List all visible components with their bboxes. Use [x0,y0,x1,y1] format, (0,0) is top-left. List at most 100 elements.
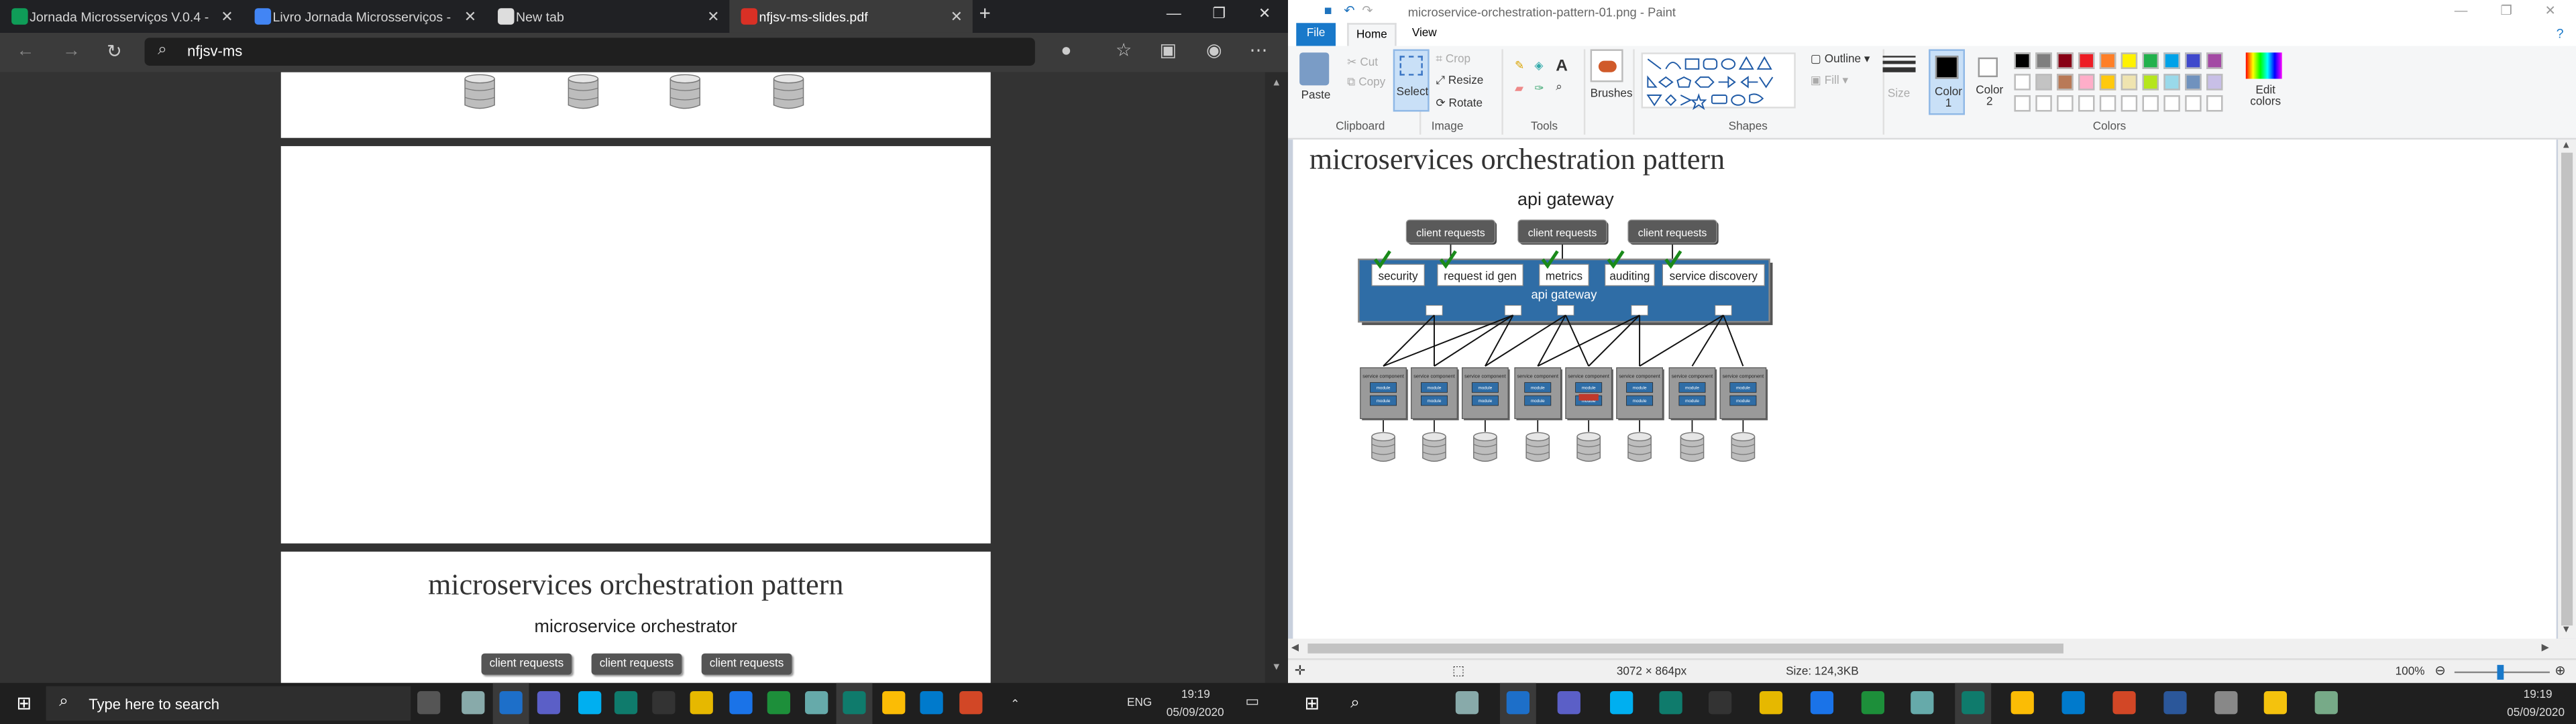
copy-button[interactable]: ⧉ Copy [1347,77,1385,90]
scroll-thumb[interactable] [1307,644,2063,654]
back-icon[interactable]: ← [16,41,34,60]
palette-swatch[interactable] [2185,52,2202,69]
scroll-right-icon[interactable]: ▶ [2542,642,2549,654]
palette-swatch[interactable] [2163,95,2180,112]
palette-swatch[interactable] [2163,74,2180,90]
paint-icon[interactable] [2314,691,2338,715]
outline-dropdown[interactable]: ▢ Outline ▾ [1811,52,1870,66]
profile-icon[interactable]: ◉ [1204,41,1224,60]
vertical-scrollbar[interactable]: ▲ ▼ [2558,139,2576,639]
shapes-gallery[interactable] [1641,52,1796,111]
browser-tab-active[interactable]: nfjsv-ms-slides.pdf ✕ [729,0,973,33]
palette-swatch[interactable] [2078,95,2095,112]
image-canvas[interactable]: microservices orchestration pattern api … [1293,139,2557,641]
tab-home[interactable]: Home [1347,23,1397,46]
palette-swatch[interactable] [2014,52,2031,69]
media-icon[interactable] [2214,691,2238,715]
palette-swatch[interactable] [2206,74,2223,90]
palette-swatch[interactable] [2206,52,2223,69]
more-icon[interactable]: ⋯ [1248,41,1268,60]
zoom-out-icon[interactable]: ⊖ [2434,663,2445,678]
vscode-icon[interactable] [920,691,943,715]
maximize-icon[interactable]: ❐ [2500,3,2512,18]
palette-swatch[interactable] [2099,74,2116,90]
palette-swatch[interactable] [2014,74,2031,90]
edge-active-icon[interactable] [843,691,866,715]
edge-icon[interactable] [614,691,638,715]
outlook-icon[interactable] [499,691,523,715]
chrome-icon[interactable] [2010,691,2034,715]
terminal-icon[interactable] [652,691,676,715]
fill-icon[interactable]: ◈ [1534,59,1543,72]
forward-icon[interactable]: → [62,41,80,60]
windows-start-icon[interactable]: ⊞ [1305,692,1320,714]
skype-icon[interactable] [1610,691,1633,715]
close-icon[interactable]: ✕ [221,8,233,26]
onenote-icon[interactable] [1911,691,1934,715]
skype-icon[interactable] [578,691,602,715]
refresh-icon[interactable]: ↻ [107,41,122,62]
palette-swatch[interactable] [2142,95,2159,112]
excel-icon[interactable] [767,691,790,715]
crop-button[interactable]: ⌗ Crop [1436,54,1470,68]
palette-swatch[interactable] [2142,74,2159,90]
extension-icon[interactable]: ● [1057,41,1076,60]
browser-tab[interactable]: New tab ✕ [486,0,729,33]
save-icon[interactable]: ■ [1324,3,1332,18]
horizontal-scrollbar[interactable]: ◀ ▶ [1288,638,2576,659]
search-box[interactable]: ⌕ Type here to search [46,686,411,721]
chrome-icon[interactable] [882,691,906,715]
tab-file[interactable]: File [1296,23,1336,46]
windows-start-icon[interactable]: ⊞ [16,692,32,714]
outlook-icon[interactable] [1506,691,1530,715]
palette-swatch[interactable] [2206,95,2223,112]
palette-swatch[interactable] [2057,74,2074,90]
palette-swatch[interactable] [2035,52,2052,69]
color2-button[interactable]: Color 2 [1972,49,2008,115]
browser-tab[interactable]: Livro Jornada Microsserviços - D ✕ [243,0,486,33]
minimize-icon[interactable]: — [2455,3,2468,18]
clock-time[interactable]: 19:19 [2524,690,2553,701]
palette-swatch[interactable] [2121,95,2138,112]
tray-chevron-icon[interactable]: ⌃ [1010,698,1020,711]
palette-swatch[interactable] [2057,95,2074,112]
palette-swatch[interactable] [2057,52,2074,69]
edge-active-icon[interactable] [1962,691,1985,715]
vertical-scrollbar[interactable]: ▲ ▼ [1265,72,1289,683]
help-icon[interactable]: ? [2557,26,2564,41]
paste-button[interactable]: Paste [1301,90,1331,102]
zoom-slider-thumb[interactable] [2497,664,2504,680]
undo-icon[interactable]: ↶ [1344,3,1354,18]
teams-icon[interactable] [1557,691,1580,715]
zoom-in-icon[interactable]: ⊕ [2555,663,2565,678]
pencil-icon[interactable]: ✎ [1515,59,1524,72]
search-icon[interactable]: ⌕ [1350,695,1360,713]
palette-swatch[interactable] [2035,95,2052,112]
task-view-icon[interactable] [417,691,441,715]
close-icon[interactable]: ✕ [951,8,963,26]
redo-icon[interactable]: ↷ [1362,3,1373,18]
palette-swatch[interactable] [2142,52,2159,69]
palette-swatch[interactable] [2014,95,2031,112]
clock-date[interactable]: 05/09/2020 [1167,708,1224,719]
close-window-icon[interactable]: ✕ [2545,3,2556,18]
clock-date[interactable]: 05/09/2020 [2507,708,2565,719]
vscode-icon[interactable] [2061,691,2085,715]
browser-tab[interactable]: Jornada Microsserviços V.0.4 - P ✕ [0,0,243,33]
brushes-button[interactable]: Brushes [1591,88,1633,100]
excel-icon[interactable] [1861,691,1885,715]
tab-view[interactable]: View [1406,23,1442,46]
clock-time[interactable]: 19:19 [1181,690,1210,701]
powerpoint-icon[interactable] [959,691,983,715]
color1-button[interactable]: Color 1 [1929,49,1966,115]
resize-button[interactable]: ⤢ Resize [1436,76,1483,89]
maps-icon[interactable] [729,691,753,715]
palette-swatch[interactable] [2078,52,2095,69]
notification-icon[interactable]: ▭ [1245,692,1259,711]
palette-swatch[interactable] [2121,52,2138,69]
terminal-icon[interactable] [1708,691,1732,715]
palette-swatch[interactable] [2185,95,2202,112]
palette-swatch[interactable] [2099,52,2116,69]
close-icon[interactable]: ✕ [707,8,719,26]
cut-button[interactable]: ✂ Cut [1347,56,1378,69]
